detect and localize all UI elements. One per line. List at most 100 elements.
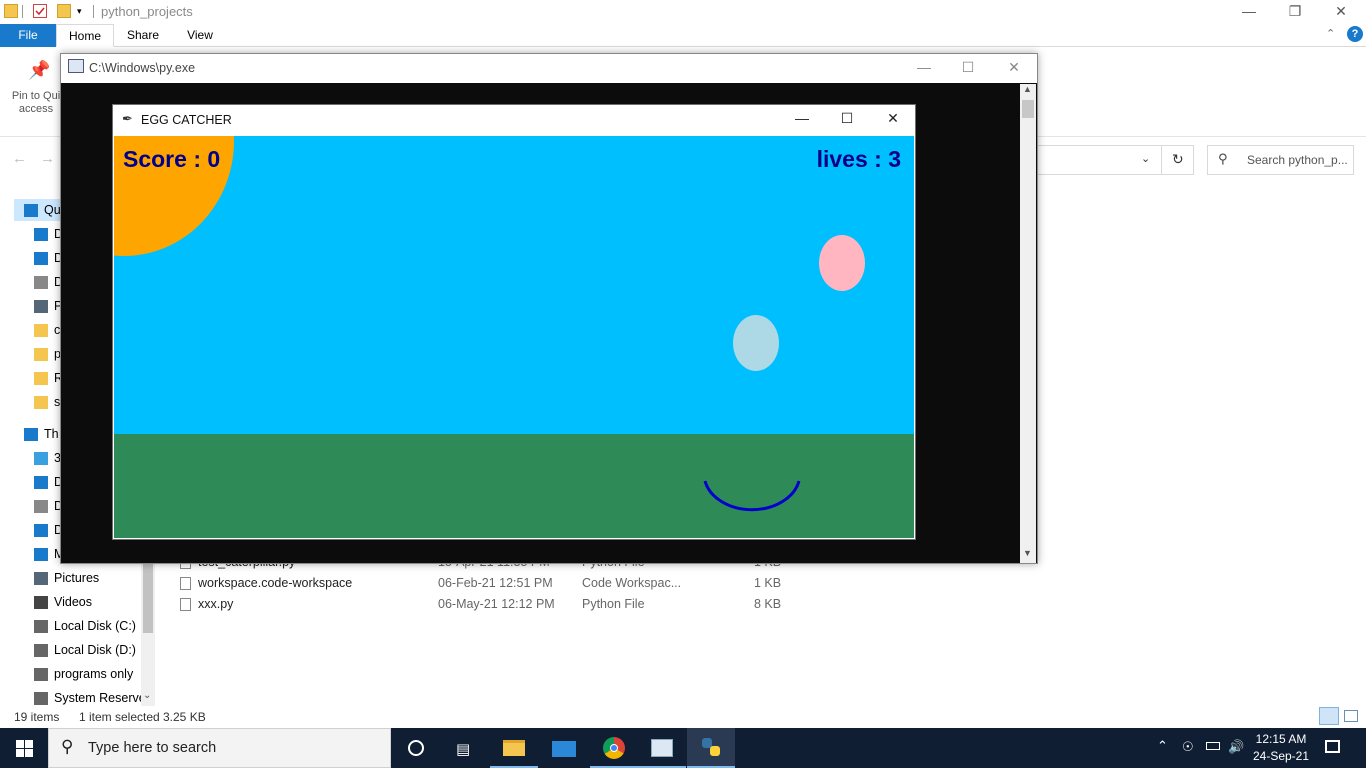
search-icon: ⚲ (1218, 151, 1228, 166)
pictures-icon (34, 572, 48, 586)
customize-quick-access-icon[interactable]: ▾ (77, 6, 82, 17)
python-console-icon (651, 739, 673, 757)
task-view-icon: ▤ (456, 741, 471, 758)
address-dropdown-icon[interactable]: ⌄ (1141, 152, 1150, 165)
cortana-icon (408, 740, 424, 756)
explorer-minimize-button[interactable]: — (1226, 0, 1272, 24)
explorer-title: python_projects (101, 4, 193, 19)
status-bar: 19 items 1 item selected 3.25 KB (0, 707, 1366, 728)
game-close-button[interactable]: ✕ (870, 107, 916, 131)
new-folder-icon[interactable] (57, 4, 71, 18)
nav-scrollbar-thumb[interactable] (143, 555, 153, 633)
pin-to-quick-access-button[interactable]: Pin to Qui access (6, 90, 66, 116)
divider (1161, 145, 1162, 175)
console-minimize-button[interactable]: — (901, 56, 947, 80)
lives-text: lives : 3 (816, 146, 901, 172)
music-icon (34, 548, 48, 562)
search-icon: ⚲ (61, 737, 74, 756)
nav-item[interactable]: Local Disk (D:) (24, 639, 149, 661)
wifi-icon[interactable]: ☉ (1182, 739, 1194, 755)
desktop-icon (34, 476, 48, 490)
file-size: 1 KB (754, 576, 782, 590)
properties-icon[interactable] (33, 4, 47, 18)
console-maximize-button[interactable]: ☐ (945, 56, 991, 80)
tk-feather-icon: ✒ (122, 111, 133, 126)
help-icon[interactable]: ? (1347, 26, 1363, 42)
task-view-button[interactable]: ▤ (440, 728, 488, 768)
nav-item-label: Local Disk (C:) (54, 619, 136, 633)
taskbar-python[interactable] (687, 728, 735, 768)
clock-time: 12:15 AM (1255, 732, 1307, 746)
scroll-down-icon[interactable]: ▼ (1023, 548, 1032, 558)
explorer-restore-button[interactable]: ❐ (1272, 0, 1318, 24)
nav-item-label: Local Disk (D:) (54, 643, 136, 657)
windows-start-icon[interactable] (16, 740, 33, 760)
back-icon[interactable]: ← (12, 150, 27, 167)
desktop-icon (34, 228, 48, 242)
notifications-icon[interactable] (1325, 740, 1340, 753)
chrome-center (610, 744, 618, 752)
folder-icon (34, 372, 48, 386)
large-icons-view-icon[interactable] (1344, 710, 1358, 722)
console-scrollbar[interactable]: ▲ ▼ (1020, 84, 1036, 563)
collapse-ribbon-icon[interactable]: ⌃ (1326, 27, 1335, 40)
battery-icon[interactable] (1206, 742, 1220, 750)
volume-icon[interactable]: 🔊 (1228, 739, 1244, 755)
tab-home[interactable]: Home (56, 24, 114, 47)
explorer-titlebar: ▾ (0, 0, 1366, 24)
cortana-button[interactable] (392, 728, 440, 768)
nav-item[interactable]: Pictures (24, 567, 149, 589)
tab-share[interactable]: Share (114, 24, 172, 47)
game-maximize-button[interactable]: ☐ (824, 107, 870, 131)
taskbar-file-explorer[interactable] (490, 728, 538, 768)
taskbar-mail[interactable] (540, 728, 588, 768)
nav-item[interactable]: programs only (24, 663, 149, 685)
python-file-icon (180, 598, 191, 611)
forward-icon[interactable]: → (40, 150, 55, 167)
console-scrollbar-thumb[interactable] (1022, 100, 1034, 118)
scroll-up-icon[interactable]: ▲ (1023, 84, 1032, 94)
folder-icon (4, 4, 18, 18)
show-hidden-icons[interactable]: ⌃ (1157, 738, 1168, 754)
folder-icon (34, 396, 48, 410)
drive-icon (34, 620, 48, 634)
console-close-button[interactable]: ✕ (991, 56, 1037, 80)
clock-date: 24-Sep-21 (1252, 749, 1310, 763)
file-icon (180, 577, 191, 590)
details-view-icon[interactable] (1319, 707, 1339, 725)
game-canvas[interactable]: Score : 0 lives : 3 (114, 136, 914, 538)
document-icon (34, 276, 48, 290)
download-icon (34, 252, 48, 266)
tab-view[interactable]: View (172, 24, 228, 47)
nav-item[interactable]: Videos (24, 591, 149, 613)
taskbar-python-console[interactable] (638, 728, 686, 768)
console-title: C:\Windows\py.exe (89, 61, 196, 75)
folder-icon (34, 324, 48, 338)
game-minimize-button[interactable]: — (779, 107, 825, 131)
explorer-close-button[interactable]: ✕ (1318, 0, 1364, 24)
game-titlebar: ✒ — ☐ ✕ (113, 105, 915, 135)
nav-scroll-down-icon[interactable]: ⌄ (143, 690, 151, 701)
address-bar[interactable]: ⌄ ↻ (1036, 145, 1194, 175)
drive-icon (34, 692, 48, 706)
document-icon (34, 500, 48, 514)
file-size: 8 KB (754, 597, 782, 611)
python-icon-yellow (710, 746, 720, 756)
nav-item-label: Th (44, 427, 59, 441)
nav-item[interactable]: Local Disk (C:) (24, 615, 149, 637)
catcher[interactable] (699, 471, 809, 521)
drive-icon (34, 668, 48, 682)
console-titlebar: — ☐ ✕ (61, 54, 1037, 83)
refresh-icon[interactable]: ↻ (1172, 151, 1184, 168)
game-title: EGG CATCHER (141, 113, 232, 127)
taskbar-chrome[interactable] (590, 728, 638, 768)
status-item-count: 19 items (14, 710, 60, 724)
tab-file[interactable]: File (0, 24, 56, 47)
divider (93, 5, 94, 18)
file-type: Python File (582, 597, 645, 611)
file-date: 06-May-21 12:12 PM (438, 597, 555, 611)
taskbar-clock[interactable]: 12:15 AM 24-Sep-21 (1246, 731, 1316, 765)
status-size: 3.25 KB (163, 710, 206, 724)
download-icon (34, 524, 48, 538)
nav-item[interactable]: System Reserve (24, 687, 149, 709)
